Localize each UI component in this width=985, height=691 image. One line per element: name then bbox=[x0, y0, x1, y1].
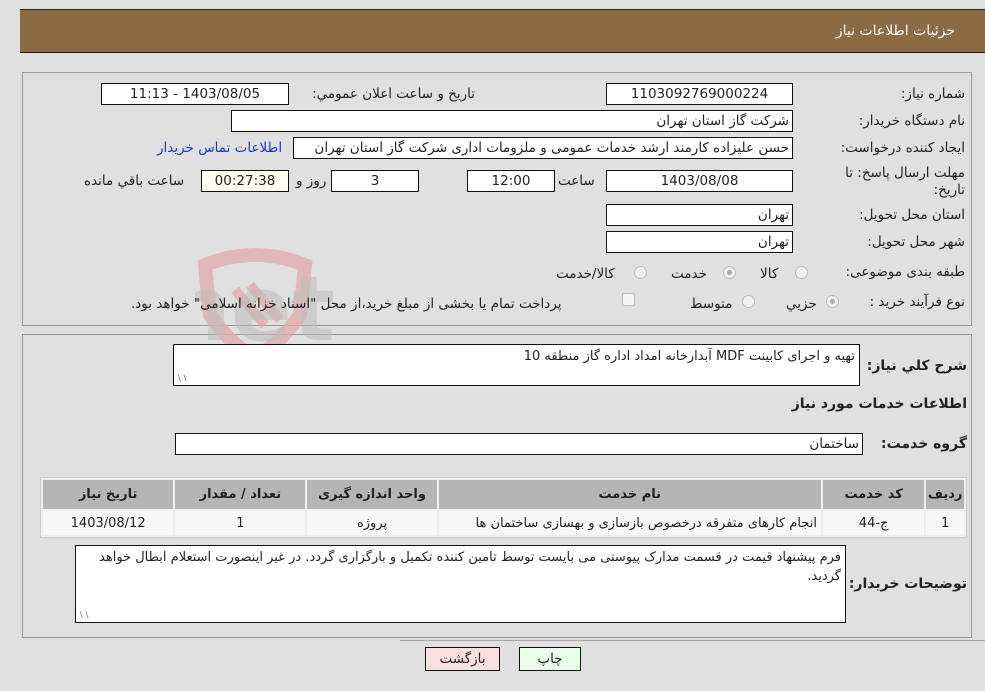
deadline-time-label: ساعت bbox=[558, 173, 595, 189]
treasury-checkbox[interactable] bbox=[622, 293, 635, 306]
cell-need-date: 1403/08/12 bbox=[43, 511, 174, 535]
need-number-label: شماره نياز: bbox=[900, 86, 965, 102]
deadline-label: مهلت ارسال پاسخ: تا تاريخ: bbox=[845, 165, 965, 198]
requester-label: ايجاد کننده درخواست: bbox=[840, 140, 965, 156]
category-option-service: خدمت bbox=[671, 266, 707, 282]
print-button[interactable]: چاپ bbox=[519, 647, 581, 671]
deadline-time-field[interactable]: 12:00 bbox=[467, 170, 555, 192]
delivery-city-label: شهر محل تحويل: bbox=[867, 234, 965, 250]
col-header-service-code: کد خدمت bbox=[822, 480, 925, 509]
category-label: طبقه بندی موضوعی: bbox=[845, 264, 965, 280]
category-radio-service[interactable] bbox=[723, 266, 736, 279]
purchase-type-label: نوع فرآيند خريد : bbox=[869, 294, 965, 310]
col-header-quantity: تعداد / مقدار bbox=[175, 480, 306, 509]
announce-datetime-field[interactable]: 1403/08/05 - 11:13 bbox=[101, 83, 289, 105]
requester-field[interactable]: حسن علیزاده کارمند ارشد خدمات عمومی و مل… bbox=[293, 137, 793, 159]
summary-label: شرح کلي نياز: bbox=[866, 358, 967, 374]
category-option-goods: کالا bbox=[760, 266, 779, 282]
deadline-date-field[interactable]: 1403/08/08 bbox=[606, 170, 793, 192]
announce-datetime-label: تاريخ و ساعت اعلان عمومي: bbox=[312, 86, 475, 102]
category-radio-goods-service[interactable] bbox=[634, 266, 647, 279]
col-header-row-number: رديف bbox=[926, 480, 964, 509]
resize-grip-icon[interactable]: ∖∖ bbox=[78, 612, 89, 621]
summary-textarea[interactable]: تهیه و اجرای کابینت MDF آبدارخانه امداد … bbox=[173, 344, 860, 386]
treasury-checkbox-label: پرداخت تمام يا بخشی از مبلغ خريد،از محل … bbox=[131, 296, 562, 312]
buyer-notes-text: فرم پیشنهاد قیمت در قسمت مدارک پیوستی می… bbox=[99, 550, 841, 584]
days-label: روز و bbox=[296, 173, 327, 189]
summary-text: تهیه و اجرای کابینت MDF آبدارخانه امداد … bbox=[523, 349, 855, 364]
col-header-service-name: نام خدمت bbox=[438, 480, 821, 509]
page-header: جزئيات اطلاعات نياز bbox=[20, 9, 985, 53]
remaining-time-label: ساعت باقي مانده bbox=[84, 173, 185, 189]
purchase-radio-medium[interactable] bbox=[742, 295, 755, 308]
services-section-title: اطلاعات خدمات مورد نياز bbox=[791, 396, 967, 412]
remaining-days-field[interactable]: 3 bbox=[331, 170, 419, 192]
cell-unit: پروژه bbox=[307, 511, 437, 535]
service-group-label: گروه خدمت: bbox=[881, 436, 967, 452]
need-number-field[interactable]: 1103092769000224 bbox=[606, 83, 793, 105]
remaining-time-field: 00:27:38 bbox=[201, 170, 289, 192]
buyer-notes-label: توضيحات خريدار: bbox=[848, 576, 967, 592]
delivery-province-field[interactable]: تهران bbox=[606, 204, 793, 226]
service-group-field[interactable]: ساختمان bbox=[175, 433, 863, 455]
buyer-contact-link[interactable]: اطلاعات تماس خريدار bbox=[157, 140, 282, 156]
col-header-need-date: تاريخ نياز bbox=[43, 480, 174, 509]
delivery-province-label: استان محل تحويل: bbox=[859, 207, 965, 223]
category-option-goods-service: کالا/خدمت bbox=[556, 266, 615, 282]
purchase-radio-minor[interactable] bbox=[826, 295, 839, 308]
purchase-option-medium: متوسط bbox=[690, 296, 733, 312]
buyer-org-label: نام دستگاه خريدار: bbox=[858, 113, 965, 129]
buyer-notes-textarea[interactable]: فرم پیشنهاد قیمت در قسمت مدارک پیوستی می… bbox=[75, 545, 846, 623]
resize-grip-icon[interactable]: ∖∖ bbox=[176, 375, 187, 384]
delivery-city-field[interactable]: تهران bbox=[606, 231, 793, 253]
table-header-row: رديف کد خدمت نام خدمت واحد اندازه گيری ت… bbox=[43, 480, 964, 509]
cell-service-name: انجام کارهای متفرقه درخصوص بازسازی و بهس… bbox=[438, 511, 821, 535]
cell-quantity: 1 bbox=[175, 511, 306, 535]
services-table: رديف کد خدمت نام خدمت واحد اندازه گيری ت… bbox=[40, 477, 967, 538]
page-title: جزئيات اطلاعات نياز bbox=[835, 23, 955, 39]
category-radio-goods[interactable] bbox=[795, 266, 808, 279]
table-row: 1 ج-44 انجام کارهای متفرقه درخصوص بازساز… bbox=[43, 511, 964, 535]
purchase-option-minor: جزيي bbox=[786, 296, 817, 312]
col-header-unit: واحد اندازه گيری bbox=[307, 480, 437, 509]
buyer-org-field[interactable]: شرکت گاز استان تهران bbox=[231, 110, 793, 132]
back-button[interactable]: بازگشت bbox=[425, 647, 500, 671]
cell-row-number: 1 bbox=[926, 511, 964, 535]
footer-divider bbox=[400, 640, 985, 641]
cell-service-code: ج-44 bbox=[822, 511, 925, 535]
